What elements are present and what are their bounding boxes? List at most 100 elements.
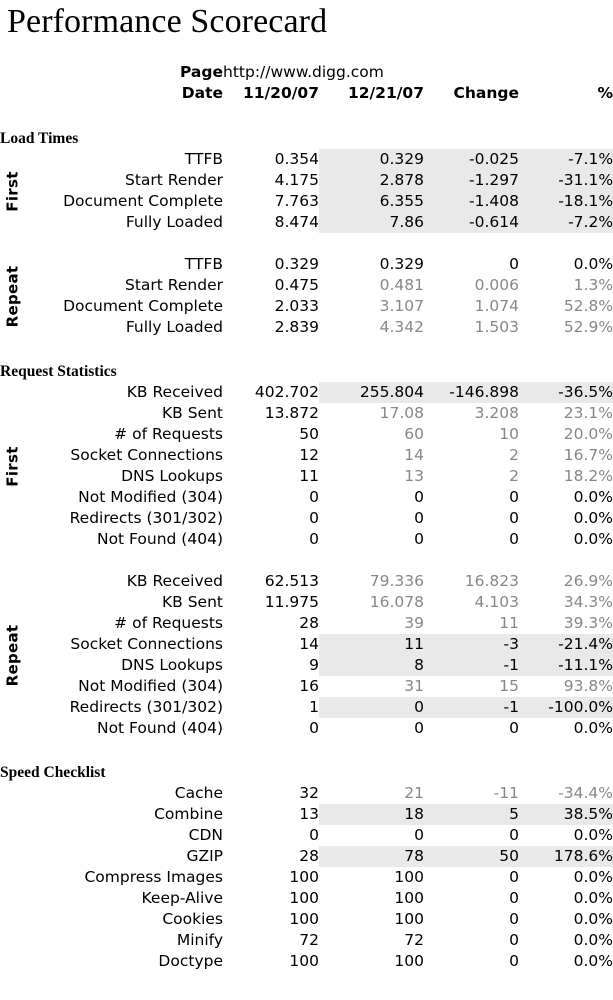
cell-percent: 26.9% xyxy=(563,572,613,590)
group-gap xyxy=(0,233,613,254)
rail-empty xyxy=(0,83,26,104)
spacer xyxy=(0,550,613,571)
cell-current: 79.336 xyxy=(369,572,424,590)
cell-percent: 0.0% xyxy=(573,889,613,907)
cell-current: 21 xyxy=(404,784,424,802)
cell-percent: 93.8% xyxy=(563,677,613,695)
cell-baseline: 62.513 xyxy=(264,572,319,590)
cell-baseline: 9 xyxy=(309,656,319,674)
cell-change: 5 xyxy=(424,804,519,825)
cell-change: 0 xyxy=(509,910,519,928)
report-header: Page http://www.digg.com Date 11/20/07 1… xyxy=(0,62,613,104)
table-row: Not Modified (304) 16 31 15 93.8% xyxy=(0,676,613,697)
cell-current: 17.08 xyxy=(379,404,424,422)
cell-current: 13 xyxy=(404,467,424,485)
table-row: CDN 0 0 0 0.0% xyxy=(0,825,613,846)
row-label: Socket Connections xyxy=(70,635,223,653)
cell-change: 2 xyxy=(509,467,519,485)
cell-change: -1.297 xyxy=(424,170,519,191)
cell-current: 8 xyxy=(319,655,424,676)
section-heading-row: Load Times xyxy=(0,128,613,149)
cell-current: 0 xyxy=(319,697,424,718)
group-rail-repeat: Repeat xyxy=(0,254,26,338)
cell-change: 0 xyxy=(509,952,519,970)
column-header-baseline: 11/20/07 xyxy=(242,84,319,102)
cell-change: -146.898 xyxy=(424,382,519,403)
cell-current: 14 xyxy=(404,446,424,464)
cell-percent: -36.5% xyxy=(519,382,613,403)
row-label: Keep-Alive xyxy=(141,889,223,907)
table-row: Combine 13 18 5 38.5% xyxy=(0,804,613,825)
row-label: DNS Lookups xyxy=(121,467,223,485)
cell-baseline: 100 xyxy=(289,889,319,907)
cell-percent: -34.4% xyxy=(558,784,613,802)
row-label: GZIP xyxy=(186,847,223,865)
table-row: DNS Lookups 9 8 -1 -11.1% xyxy=(0,655,613,676)
row-label: KB Sent xyxy=(161,593,223,611)
group-rail-repeat: Repeat xyxy=(0,571,26,739)
cell-change: 15 xyxy=(499,677,519,695)
cell-change: 4.103 xyxy=(474,593,519,611)
row-label: KB Received xyxy=(126,383,223,401)
table-row: First TTFB 0.354 0.329 -0.025 -7.1% xyxy=(0,149,613,211)
section-heading: Request Statistics xyxy=(0,363,117,380)
row-label: Document Complete xyxy=(63,297,223,315)
row-label: Fully Loaded xyxy=(125,318,223,336)
cell-current: 3.107 xyxy=(379,297,424,315)
cell-baseline: 0.475 xyxy=(274,276,319,294)
cell-percent: -18.1% xyxy=(519,191,613,212)
section-heading: Speed Checklist xyxy=(0,764,106,781)
cell-change: 3.208 xyxy=(474,404,519,422)
cell-percent: 0.0% xyxy=(573,868,613,886)
scorecard-page: Performance Scorecard Page http://www.di… xyxy=(0,0,613,1000)
rail-label: First xyxy=(3,445,22,487)
cell-percent: -31.1% xyxy=(519,170,613,191)
row-label: Not Found (404) xyxy=(96,719,223,737)
cell-change: 1.503 xyxy=(474,318,519,336)
cell-baseline: 100 xyxy=(289,952,319,970)
cell-baseline: 28 xyxy=(299,847,319,865)
table-row: Socket Connections 12 14 2 16.7% xyxy=(0,445,613,466)
cell-percent: 52.9% xyxy=(563,318,613,336)
cell-change: 0 xyxy=(509,530,519,548)
cell-current: 4.342 xyxy=(379,318,424,336)
cell-current: 0.481 xyxy=(379,276,424,294)
page-title: Performance Scorecard xyxy=(7,3,328,40)
table-row: Repeat KB Received 62.513 79.336 16.823 26.9% xyxy=(0,571,613,686)
row-label: Start Render xyxy=(125,171,223,189)
rail-empty xyxy=(0,62,26,83)
table-row: Fully Loaded 2.839 4.342 1.503 52.9% xyxy=(0,317,613,338)
cell-baseline: 0 xyxy=(309,530,319,548)
row-label: TTFB xyxy=(184,150,223,168)
row-label: Start Render xyxy=(125,276,223,294)
column-header-percent: % xyxy=(597,84,613,102)
cell-current: 60 xyxy=(404,425,424,443)
cell-baseline: 2.033 xyxy=(274,297,319,315)
row-label: Doctype xyxy=(158,952,223,970)
rail-label: Repeat xyxy=(3,624,22,686)
cell-percent: -21.4% xyxy=(519,634,613,655)
table-row: Redirects (301/302) 0 0 0 0.0% xyxy=(0,508,613,529)
cell-change: 16.823 xyxy=(464,572,519,590)
spacer xyxy=(0,739,613,762)
cell-change: 50 xyxy=(424,846,519,867)
table-row: Keep-Alive 100 100 0 0.0% xyxy=(0,888,613,909)
cell-percent: 23.1% xyxy=(563,404,613,422)
cell-baseline: 0.354 xyxy=(274,150,319,168)
row-label: Redirects (301/302) xyxy=(69,509,223,527)
cell-baseline: 0 xyxy=(309,826,319,844)
cell-change: 2 xyxy=(509,446,519,464)
table-row: Socket Connections 14 11 -3 -21.4% xyxy=(0,634,613,655)
cell-change: 0 xyxy=(509,255,519,273)
section-heading-row: Speed Checklist xyxy=(0,762,613,783)
table-row: Compress Images 100 100 0 0.0% xyxy=(0,867,613,888)
row-label: Socket Connections xyxy=(70,446,223,464)
section-table: Speed Checklist Cache 32 21 -11 -34.4% Combine… xyxy=(0,739,613,972)
cell-current: 100 xyxy=(394,868,424,886)
group-rail-first: First xyxy=(0,149,26,233)
cell-change: 0 xyxy=(509,509,519,527)
cell-change: 1.074 xyxy=(474,297,519,315)
row-label: Compress Images xyxy=(84,868,223,886)
table-row: First KB Received 402.702 255.804 -146.898 -3… xyxy=(0,382,613,486)
cell-baseline: 50 xyxy=(299,425,319,443)
